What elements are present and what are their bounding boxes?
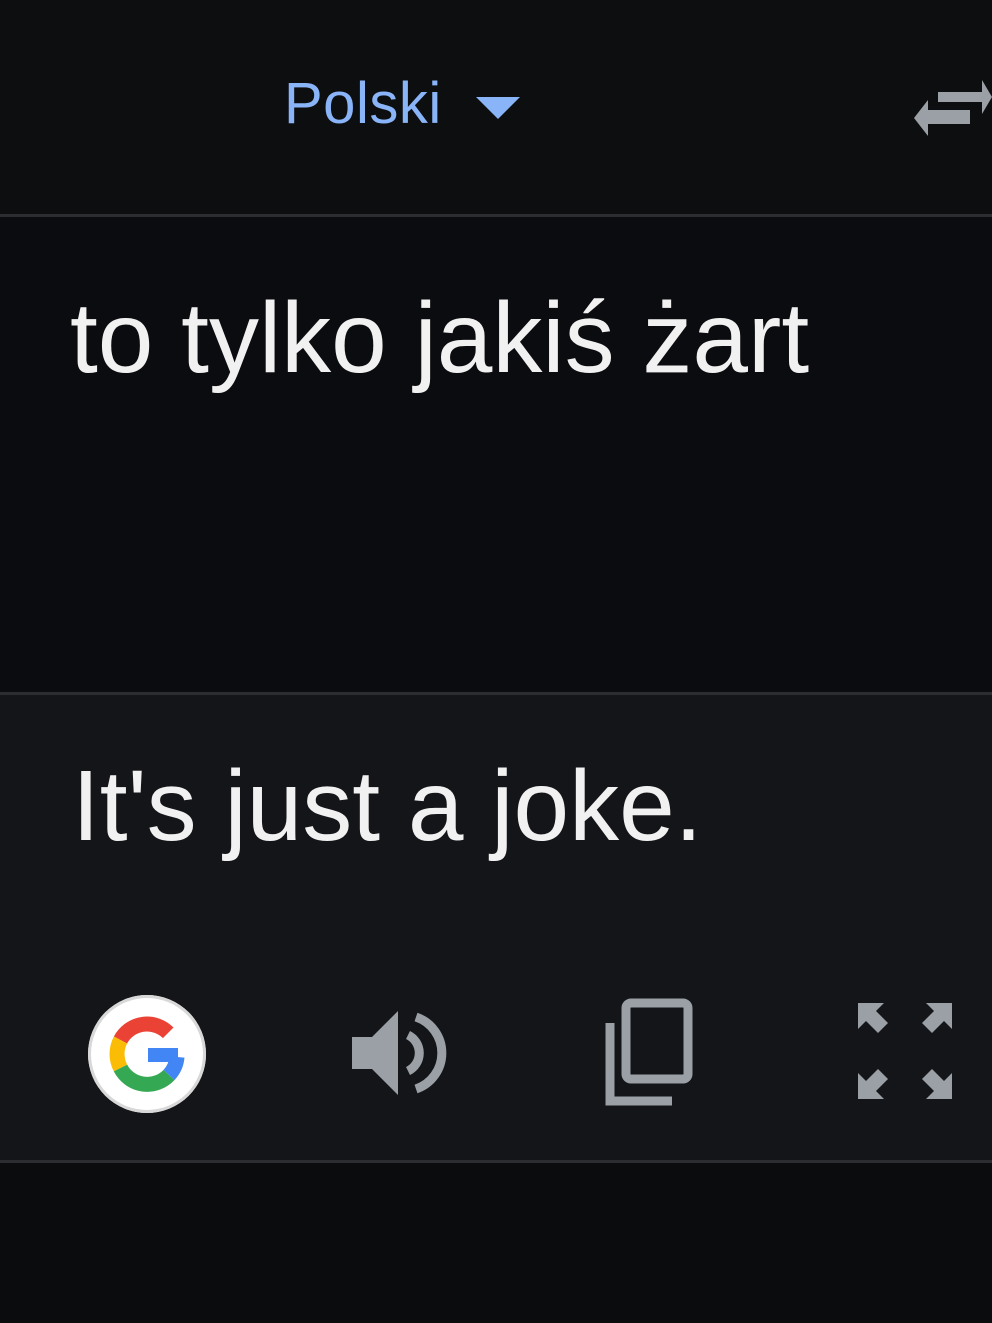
speaker-icon [352,1011,447,1095]
source-text-area[interactable]: to tylko jakiś żart [0,217,992,692]
copy-icon [605,998,693,1106]
source-text: to tylko jakiś żart [70,282,810,394]
fullscreen-icon [858,1003,952,1099]
source-language-label: Polski [284,71,442,136]
google-g-icon [109,1016,185,1092]
translate-screen: Polski to tylko jakiś żart It's just a j… [0,0,992,1323]
copy-button[interactable] [600,997,696,1109]
listen-button[interactable] [348,1003,448,1103]
translation-result-card: It's just a joke. [0,695,992,1160]
fullscreen-button[interactable] [856,1001,954,1101]
caret-down-icon [475,97,520,119]
google-button[interactable] [88,995,206,1113]
result-actions [0,995,992,1115]
swap-arrows-icon [914,80,992,136]
translated-text: It's just a joke. [72,750,703,862]
swap-languages-button[interactable] [910,70,992,140]
language-bar: Polski [0,0,992,214]
bottom-area [0,1163,992,1323]
source-language-selector[interactable]: Polski [284,72,520,136]
